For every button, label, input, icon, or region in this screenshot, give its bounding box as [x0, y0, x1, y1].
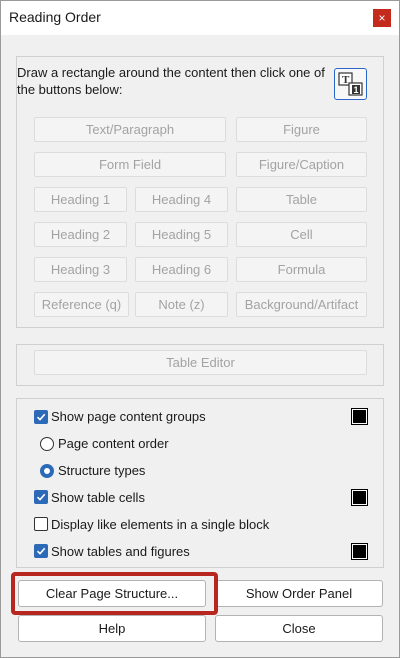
note-button[interactable]: Note (z)	[135, 292, 228, 317]
reading-order-dialog: Reading Order × Draw a rectangle around …	[0, 0, 400, 658]
checkmark-icon	[36, 547, 46, 555]
svg-text:1: 1	[354, 85, 359, 95]
formula-button[interactable]: Formula	[236, 257, 367, 282]
form-field-button[interactable]: Form Field	[34, 152, 226, 177]
display-like-elements-label: Display like elements in a single block	[51, 517, 270, 532]
highlight-annotation	[11, 572, 218, 615]
structure-types-radio[interactable]	[40, 464, 54, 478]
figure-button[interactable]: Figure	[236, 117, 367, 142]
page-content-order-radio[interactable]	[40, 437, 54, 451]
tag-structure-icon: T 1	[338, 72, 363, 96]
table-cells-color-swatch[interactable]	[351, 489, 368, 506]
heading-5-button[interactable]: Heading 5	[135, 222, 228, 247]
structure-tool-button[interactable]: T 1	[334, 68, 367, 100]
title-bar: Reading Order ×	[1, 1, 399, 35]
reference-button[interactable]: Reference (q)	[34, 292, 129, 317]
instructions-text: Draw a rectangle around the content then…	[17, 65, 325, 97]
heading-1-button[interactable]: Heading 1	[34, 187, 127, 212]
table-editor-button[interactable]: Table Editor	[34, 350, 367, 375]
show-table-cells-checkbox[interactable]	[34, 490, 48, 504]
heading-4-button[interactable]: Heading 4	[135, 187, 228, 212]
structure-types-label: Structure types	[58, 463, 146, 478]
checkmark-icon	[36, 493, 46, 501]
content-groups-color-swatch[interactable]	[351, 408, 368, 425]
show-order-panel-button[interactable]: Show Order Panel	[215, 580, 383, 607]
heading-3-button[interactable]: Heading 3	[34, 257, 127, 282]
heading-6-button[interactable]: Heading 6	[135, 257, 228, 282]
close-button[interactable]: Close	[215, 615, 383, 642]
show-tables-and-figures-checkbox[interactable]	[34, 544, 48, 558]
heading-2-button[interactable]: Heading 2	[34, 222, 127, 247]
display-like-elements-checkbox[interactable]	[34, 517, 48, 531]
text-paragraph-button[interactable]: Text/Paragraph	[34, 117, 226, 142]
show-tables-and-figures-label: Show tables and figures	[51, 544, 190, 559]
help-button[interactable]: Help	[18, 615, 206, 642]
checkmark-icon	[36, 413, 46, 421]
show-page-content-groups-checkbox[interactable]	[34, 410, 48, 424]
show-table-cells-label: Show table cells	[51, 490, 145, 505]
figure-caption-button[interactable]: Figure/Caption	[236, 152, 367, 177]
table-button[interactable]: Table	[236, 187, 367, 212]
page-content-order-label: Page content order	[58, 436, 169, 451]
cell-button[interactable]: Cell	[236, 222, 367, 247]
show-page-content-groups-label: Show page content groups	[51, 409, 206, 424]
close-icon: ×	[378, 11, 386, 25]
dialog-title: Reading Order	[9, 9, 101, 25]
close-window-button[interactable]: ×	[373, 9, 391, 27]
background-artifact-button[interactable]: Background/Artifact	[236, 292, 367, 317]
tables-figures-color-swatch[interactable]	[351, 543, 368, 560]
